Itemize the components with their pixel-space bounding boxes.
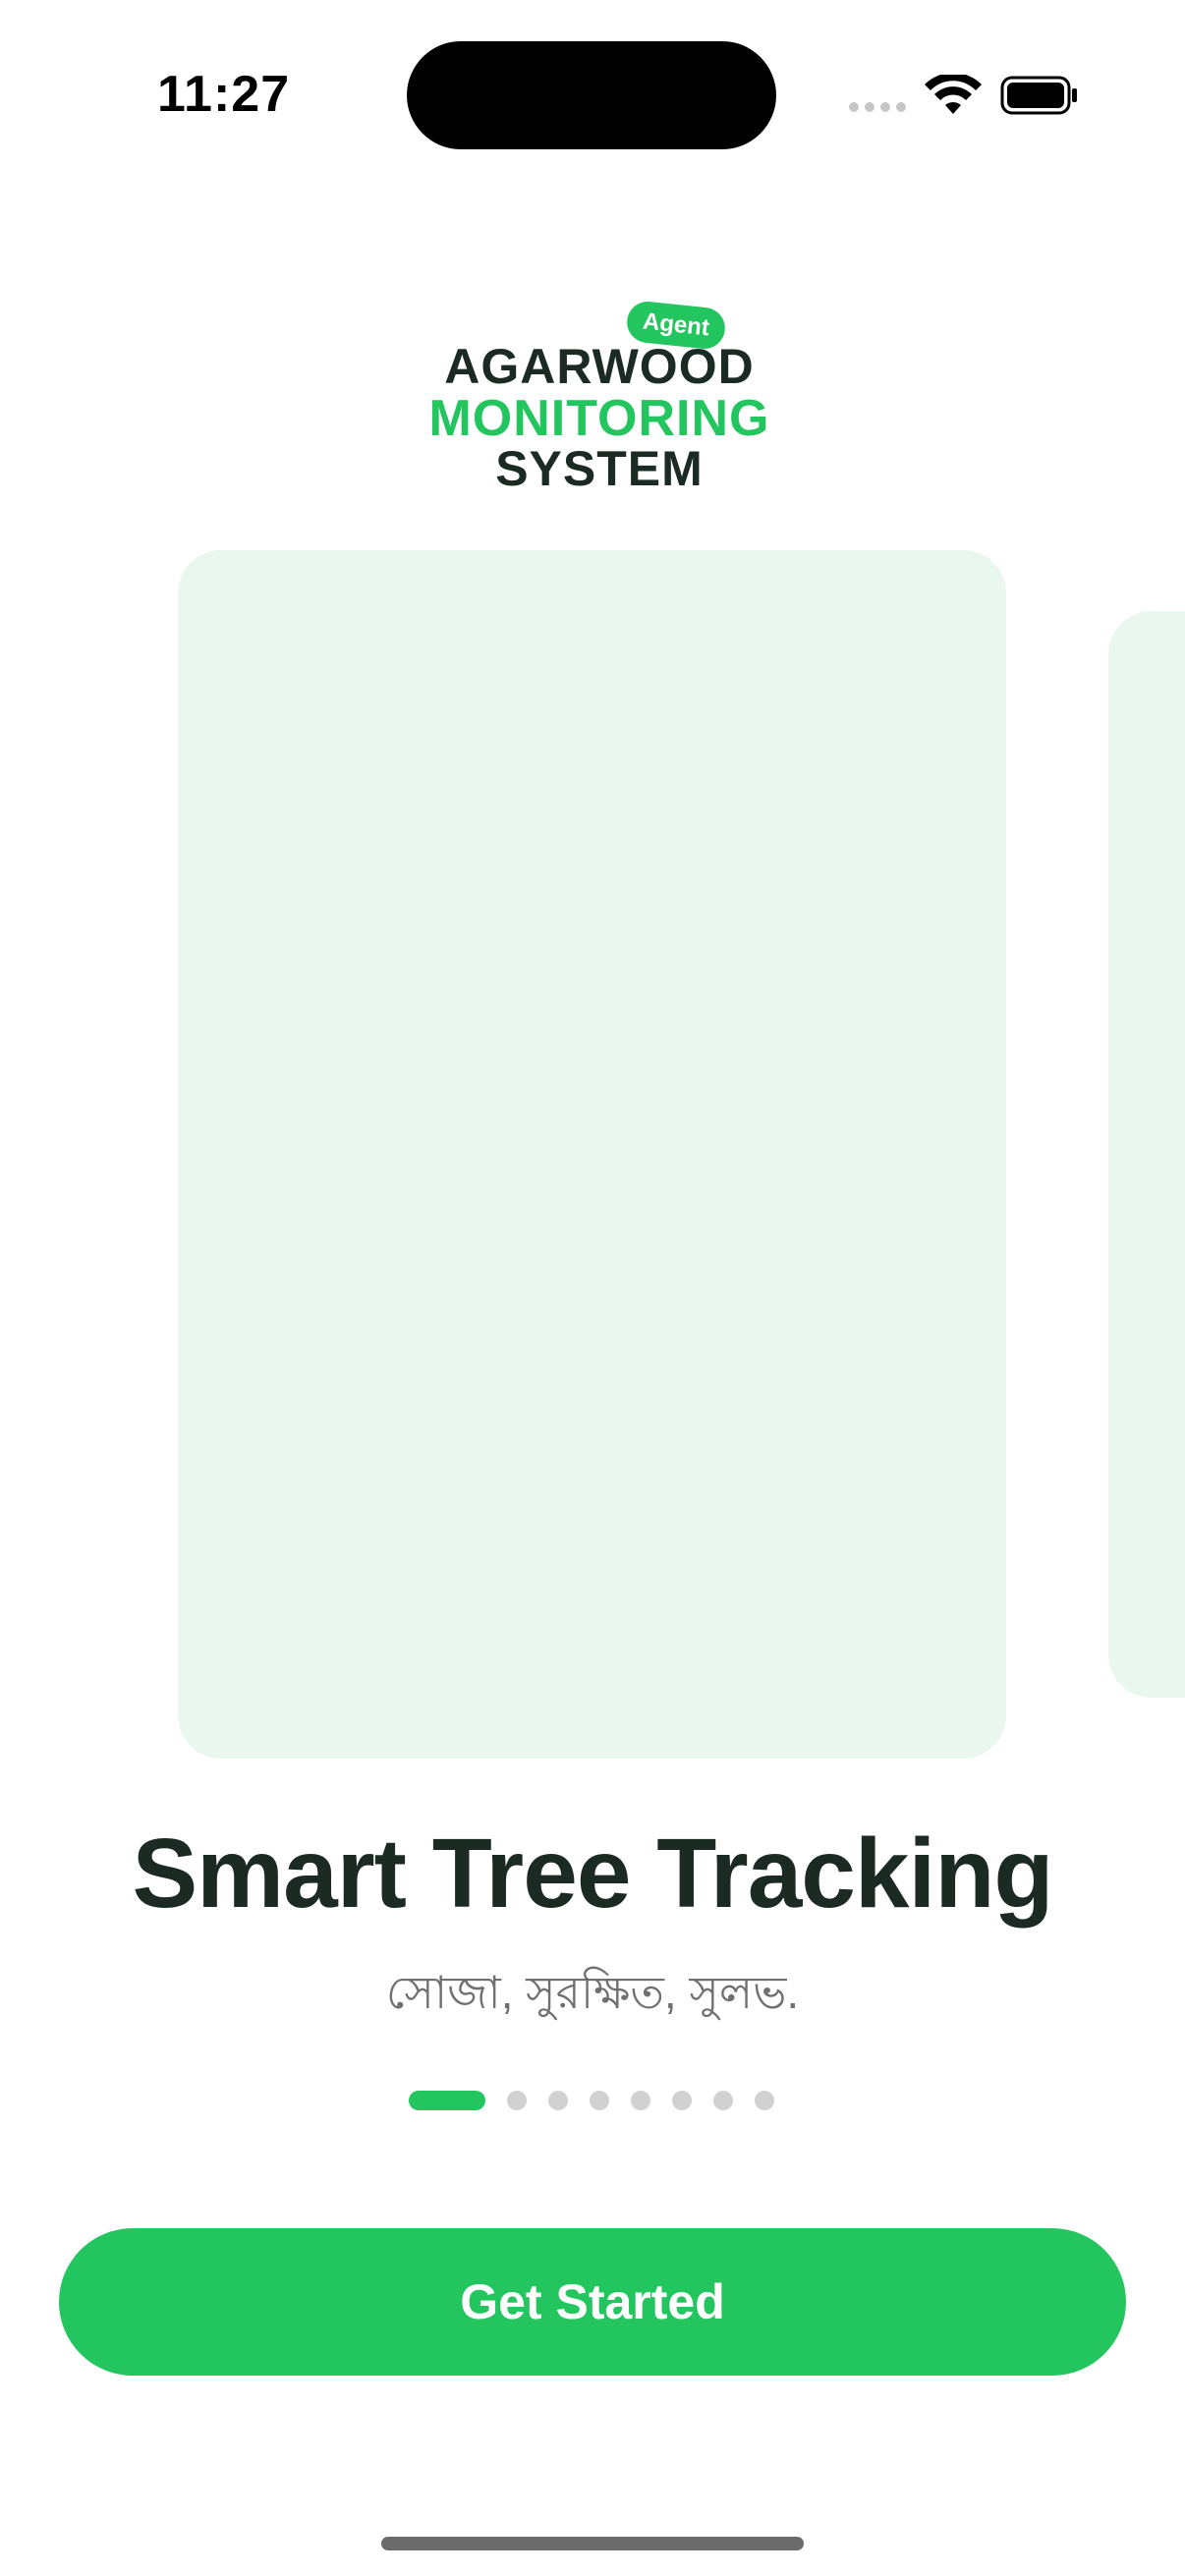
page-dot[interactable]	[672, 2091, 692, 2110]
logo-line-2: MONITORING	[428, 390, 770, 447]
logo-line-3: SYSTEM	[495, 441, 704, 496]
carousel-card-next[interactable]	[1108, 611, 1185, 1698]
page-dot[interactable]	[548, 2091, 568, 2110]
logo-line-1: AGARWOOD	[444, 339, 755, 394]
home-indicator	[381, 2537, 804, 2550]
page-dot[interactable]	[507, 2091, 527, 2110]
status-time: 11:27	[157, 66, 291, 123]
slide-subtitle: সোজা, সুরক্ষিত, সুলভ.	[385, 1967, 800, 2018]
page-indicator[interactable]	[409, 2091, 774, 2110]
page-dot[interactable]	[755, 2091, 774, 2110]
signal-dots-icon	[849, 102, 906, 112]
page-dot[interactable]	[713, 2091, 733, 2110]
app-logo: Agent AGARWOOD MONITORING SYSTEM	[413, 295, 786, 496]
status-bar: 11:27	[0, 0, 1185, 196]
get-started-button[interactable]: Get Started	[59, 2228, 1126, 2376]
slide-title: Smart Tree Tracking	[132, 1819, 1053, 1929]
battery-icon	[1000, 76, 1077, 115]
page-dot-active[interactable]	[409, 2091, 485, 2110]
wifi-icon	[925, 75, 982, 114]
page-dot[interactable]	[631, 2091, 650, 2110]
dynamic-island	[407, 41, 776, 149]
carousel-card-current[interactable]	[178, 550, 1006, 1759]
page-dot[interactable]	[590, 2091, 609, 2110]
